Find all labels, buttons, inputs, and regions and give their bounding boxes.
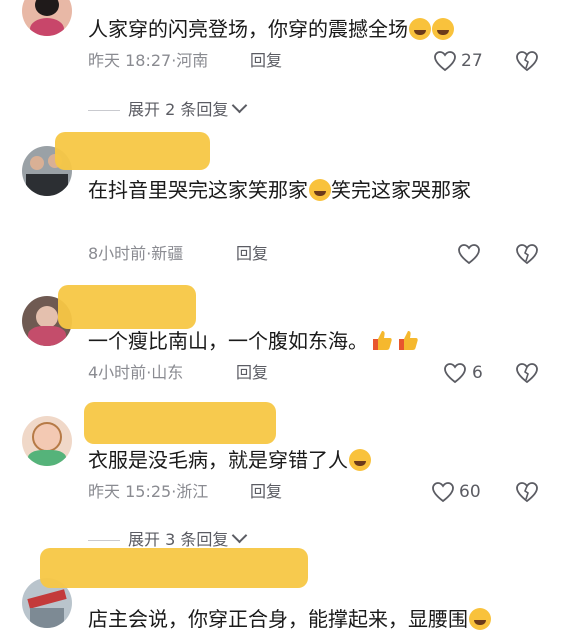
comment-text-3: 一个瘦比南山，一个腹如东海。 — [88, 329, 368, 353]
comment-meta: 8小时前·新疆 — [88, 244, 184, 263]
laughing-emoji-icon — [469, 608, 491, 630]
like-count: 27 — [461, 51, 483, 71]
comment-text-5: 店主会说，你穿正合身，能撑起来，显腰围 — [88, 607, 468, 631]
username-redaction — [55, 132, 210, 170]
comment-meta: 4小时前·山东 — [88, 363, 184, 382]
comment-text: 一个瘦比南山，一个腹如东海。 — [88, 328, 420, 354]
laughing-emoji-icon — [409, 18, 431, 40]
username-redaction — [40, 548, 308, 588]
avatar[interactable] — [22, 0, 72, 36]
broken-heart-icon[interactable] — [515, 361, 539, 385]
reply-button[interactable]: 回复 — [236, 243, 268, 265]
username-redaction — [58, 285, 196, 329]
chevron-down-icon — [232, 97, 248, 114]
reply-button[interactable]: 回复 — [250, 50, 282, 72]
heart-icon[interactable] — [457, 243, 481, 265]
heart-icon[interactable] — [431, 481, 455, 503]
thumbs-up-icon — [373, 331, 392, 350]
comment-text-1: 人家穿的闪亮登场，你穿的震撼全场 — [88, 17, 408, 41]
avatar[interactable] — [22, 416, 72, 466]
expander-divider — [88, 540, 120, 541]
username-redaction — [84, 402, 276, 444]
comment-text: 衣服是没毛病，就是穿错了人 — [88, 447, 371, 473]
comment-meta: 昨天 15:25·浙江 — [88, 482, 209, 501]
heart-icon[interactable] — [443, 362, 467, 384]
broken-heart-icon[interactable] — [515, 49, 539, 73]
comment-text-4: 衣服是没毛病，就是穿错了人 — [88, 448, 348, 472]
comment-text: 人家穿的闪亮登场，你穿的震撼全场 — [88, 16, 454, 42]
broken-heart-icon[interactable] — [515, 480, 539, 504]
reply-button[interactable]: 回复 — [236, 362, 268, 384]
laughing-emoji-icon — [309, 179, 331, 201]
laughing-emoji-icon — [432, 18, 454, 40]
like-count: 60 — [459, 482, 481, 502]
thumbs-up-icon — [399, 331, 418, 350]
laughing-emoji-icon — [349, 449, 371, 471]
reply-button[interactable]: 回复 — [250, 481, 282, 503]
heart-icon[interactable] — [433, 50, 457, 72]
comment-meta: 昨天 18:27·河南 — [88, 51, 209, 70]
like-count: 6 — [472, 363, 483, 383]
chevron-down-icon — [232, 527, 248, 544]
expander-divider — [88, 110, 120, 111]
expand-replies-button[interactable]: 展开 2 条回复 — [128, 97, 248, 121]
comment-text: 店主会说，你穿正合身，能撑起来，显腰围 — [88, 606, 491, 632]
broken-heart-icon[interactable] — [515, 242, 539, 266]
comment-text: 在抖音里哭完这家笑那家 笑完这家哭那家 — [88, 178, 471, 202]
